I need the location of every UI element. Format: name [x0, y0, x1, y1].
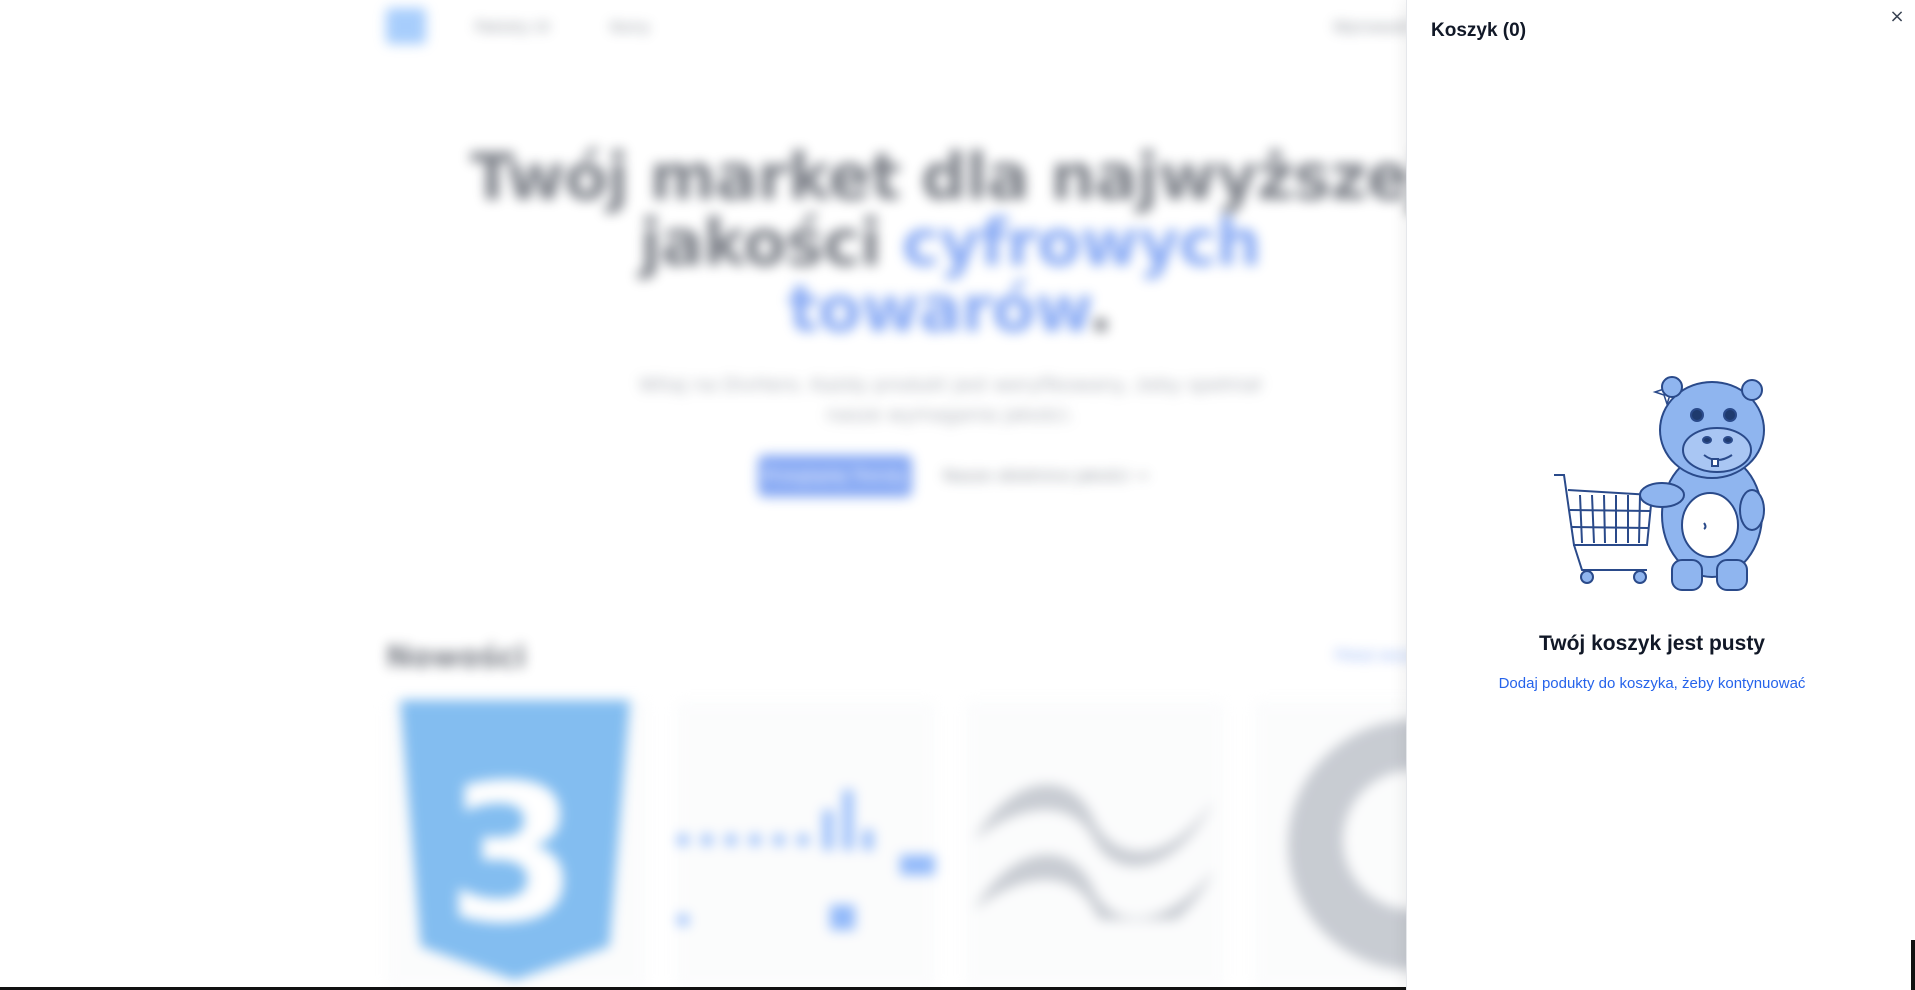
cart-drawer: Koszyk (0) × Twój koszyk jest pusty Doda…: [1406, 0, 1915, 990]
ui-kit-preview: [677, 790, 935, 930]
nav-item-icons[interactable]: Ikony: [610, 18, 650, 36]
product-card-tailwind[interactable]: [964, 700, 1226, 990]
empty-cart-title: Twój koszyk jest pusty: [1538, 632, 1765, 655]
quality-promise-link[interactable]: Nasze obietnice jakości →: [943, 466, 1148, 485]
nav-login-link[interactable]: Wprowadź: [1333, 18, 1411, 36]
logo: [386, 8, 426, 44]
hippo-cart-illustration: [1554, 376, 1765, 591]
section-title: Nowości: [386, 640, 526, 675]
nav-item-ui-kits[interactable]: Pakiety UI: [475, 18, 550, 36]
close-icon[interactable]: ×: [1885, 4, 1909, 30]
cart-title: Koszyk (0): [1431, 20, 1527, 41]
tailwind-logo: [974, 784, 1214, 920]
product-card-css3[interactable]: 3: [386, 700, 648, 990]
window-edge: [1911, 940, 1915, 990]
hero-title: Twój market dla najwyższej jakości cyfro…: [470, 141, 1430, 347]
add-products-link[interactable]: Dodaj podukty do koszyka, żeby kontynuow…: [1407, 675, 1897, 692]
browse-trending-button[interactable]: Przeglądaj Trendy: [758, 455, 912, 497]
product-card-ui-kit[interactable]: [675, 700, 937, 990]
hero-subtitle: Witaj na DivHero. Każdy produkt jest wer…: [639, 374, 1261, 426]
